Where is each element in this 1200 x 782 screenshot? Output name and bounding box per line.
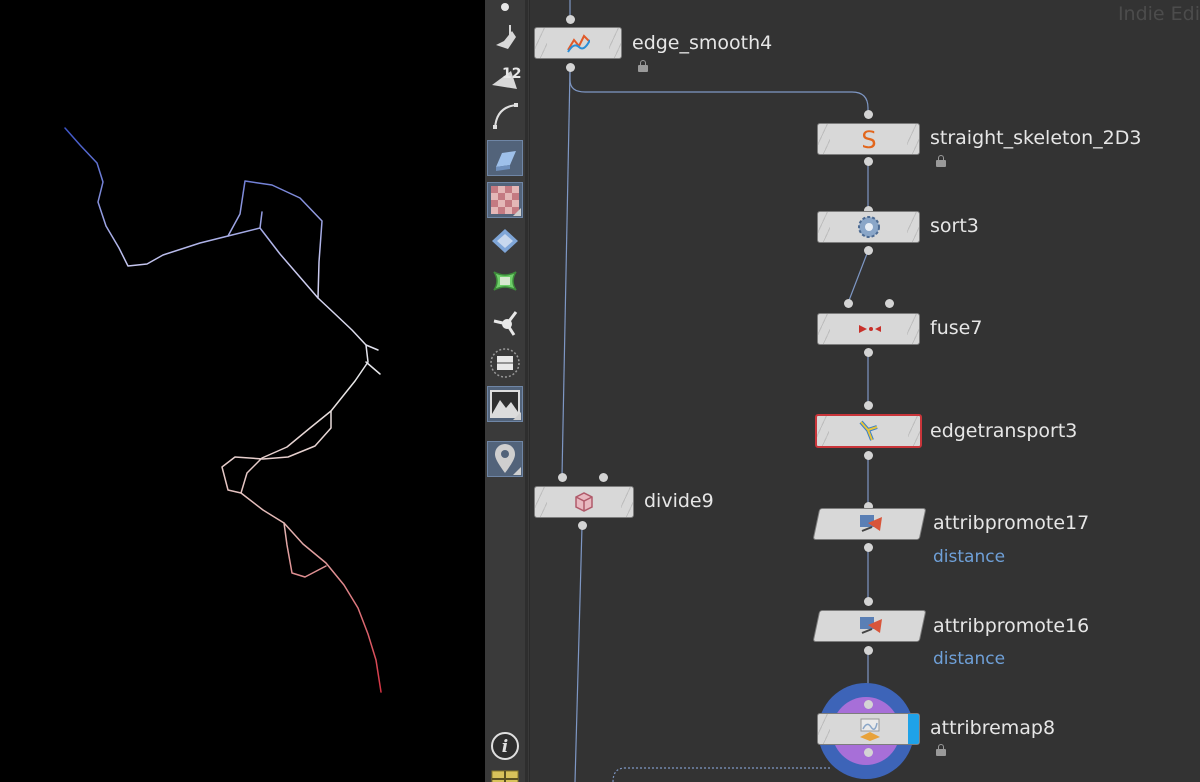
attribpromote17-output-port[interactable] — [864, 543, 873, 552]
node-label-fuse7: fuse7 — [930, 317, 983, 339]
node-attribremap8[interactable] — [817, 713, 920, 745]
skeleton-branch-spur — [259, 211, 263, 229]
fuse7-output-port[interactable] — [864, 348, 873, 357]
attribpromote16-input-port[interactable] — [864, 597, 873, 606]
wire-divide9-output — [574, 525, 583, 782]
fuse7-input-port-1[interactable] — [844, 299, 853, 308]
skeleton-curve-view — [64, 127, 382, 693]
handle-tool-icon — [493, 311, 518, 336]
wire-edge-smooth4-divide9 — [561, 69, 571, 477]
polygon-count-button[interactable]: 12 — [487, 58, 523, 94]
network-editor[interactable]: Indie Edi edge_smooth4 S straight_skelet… — [530, 0, 1200, 782]
attribremap8-output-port[interactable] — [864, 748, 873, 757]
node-label-sort3: sort3 — [930, 215, 979, 237]
wire-attribremap8-output — [612, 767, 830, 782]
edgetransport3-output-port[interactable] — [864, 451, 873, 460]
fuse7-input-port-2[interactable] — [885, 299, 894, 308]
straight-skeleton-input-port[interactable] — [864, 110, 873, 119]
attrib-remap-icon — [859, 718, 880, 741]
edge-transport-icon — [858, 420, 878, 441]
skeleton-branch-tip-a — [365, 344, 379, 351]
location-pin-button[interactable] — [487, 441, 523, 477]
attribremap8-input-port[interactable] — [864, 700, 873, 709]
svg-text:S: S — [861, 126, 876, 152]
panel-layout-icon — [491, 770, 519, 782]
edge-smooth4-output-port[interactable] — [566, 63, 575, 72]
divide9-input-port-2[interactable] — [599, 473, 608, 482]
checker-material-button[interactable] — [487, 182, 523, 218]
checker-material-icon — [491, 186, 519, 214]
node-label-straight-skeleton-2d3: straight_skeleton_2D3 — [930, 127, 1142, 149]
sort-gear-icon — [857, 216, 880, 238]
edgetransport3-input-port[interactable] — [864, 401, 873, 410]
sort3-output-port[interactable] — [864, 246, 873, 255]
info-button[interactable]: i — [487, 728, 523, 764]
location-pin-icon — [495, 444, 515, 473]
curve-tool-icon — [493, 103, 519, 130]
skeleton-branch-upper — [227, 180, 323, 299]
divide-cube-icon — [575, 492, 593, 512]
fuse-arrows-icon — [858, 325, 881, 333]
polygon-count-icon: 12 — [492, 66, 521, 89]
wire-edge-smooth4-straight-skeleton — [569, 70, 869, 114]
lock-icon — [638, 60, 648, 72]
brush-tool-button[interactable] — [487, 0, 523, 22]
lock-icon — [936, 155, 946, 167]
svg-text:i: i — [502, 737, 508, 757]
diamond-tool-icon — [492, 229, 518, 253]
attrib-promote-icon — [859, 617, 882, 634]
terrain-image-button[interactable] — [487, 386, 523, 422]
node-label-attribpromote17: attribpromote17 — [933, 512, 1090, 534]
brush-tool-icon — [501, 3, 509, 11]
skeleton-curve-main — [64, 127, 382, 693]
diamond-tool-button[interactable] — [487, 223, 523, 259]
straight-skeleton-icon: S — [861, 126, 876, 152]
divide9-input-port-1[interactable] — [558, 473, 567, 482]
edge-smooth-icon — [567, 34, 590, 53]
straight-skeleton-output-port[interactable] — [864, 157, 873, 166]
cloth-tool-icon — [493, 271, 517, 291]
box-view-button[interactable] — [487, 345, 523, 381]
extrude-tool-icon — [496, 151, 516, 171]
node-label-attribpromote16: attribpromote16 — [933, 615, 1090, 637]
skeleton-branch-lower — [283, 522, 327, 578]
terrain-image-icon — [490, 390, 520, 418]
box-view-icon — [490, 348, 520, 378]
info-icon: i — [491, 732, 519, 760]
edge-smooth4-input-port[interactable] — [566, 15, 575, 24]
shelf-scroll-track[interactable] — [525, 0, 528, 782]
node-label-divide9: divide9 — [644, 490, 714, 512]
node-attribpromote16[interactable] — [812, 610, 927, 642]
node-sort3[interactable] — [817, 211, 920, 243]
cloth-tool-button[interactable] — [487, 263, 523, 299]
node-sublabel-attribpromote17: distance — [933, 547, 1006, 567]
panel-layout-button[interactable] — [487, 766, 523, 782]
node-label-edgetransport3: edgetransport3 — [930, 420, 1078, 442]
display-flag[interactable] — [908, 714, 919, 744]
extrude-tool-button[interactable] — [487, 140, 523, 176]
node-label-attribremap8: attribremap8 — [930, 717, 1056, 739]
node-sublabel-attribpromote16: distance — [933, 649, 1006, 669]
node-label-edge-smooth4: edge_smooth4 — [632, 32, 773, 54]
attrib-promote-icon — [859, 515, 882, 532]
handle-tool-button[interactable] — [487, 304, 523, 340]
node-edgetransport3[interactable] — [815, 414, 922, 448]
polygon-count-label: 12 — [502, 66, 521, 82]
node-fuse7[interactable] — [817, 313, 920, 345]
node-attribpromote17[interactable] — [812, 508, 927, 540]
node-straight-skeleton-2d3[interactable]: S — [817, 123, 920, 155]
divide9-output-port[interactable] — [578, 521, 587, 530]
sweep-tool-icon — [496, 25, 516, 49]
node-edge-smooth4[interactable] — [534, 27, 622, 59]
curve-tool-button[interactable] — [487, 98, 523, 134]
scene-viewport[interactable] — [0, 0, 485, 782]
attribpromote16-output-port[interactable] — [864, 646, 873, 655]
wire-sort3-fuse7 — [847, 250, 869, 304]
node-divide9[interactable] — [534, 486, 634, 518]
sweep-tool-button[interactable] — [487, 20, 523, 56]
skeleton-branch-tip-b — [365, 361, 381, 375]
houdini-window: 12 i Indie Edi edge_smooth4 S straight_s… — [0, 0, 1200, 782]
lock-icon — [936, 744, 946, 756]
